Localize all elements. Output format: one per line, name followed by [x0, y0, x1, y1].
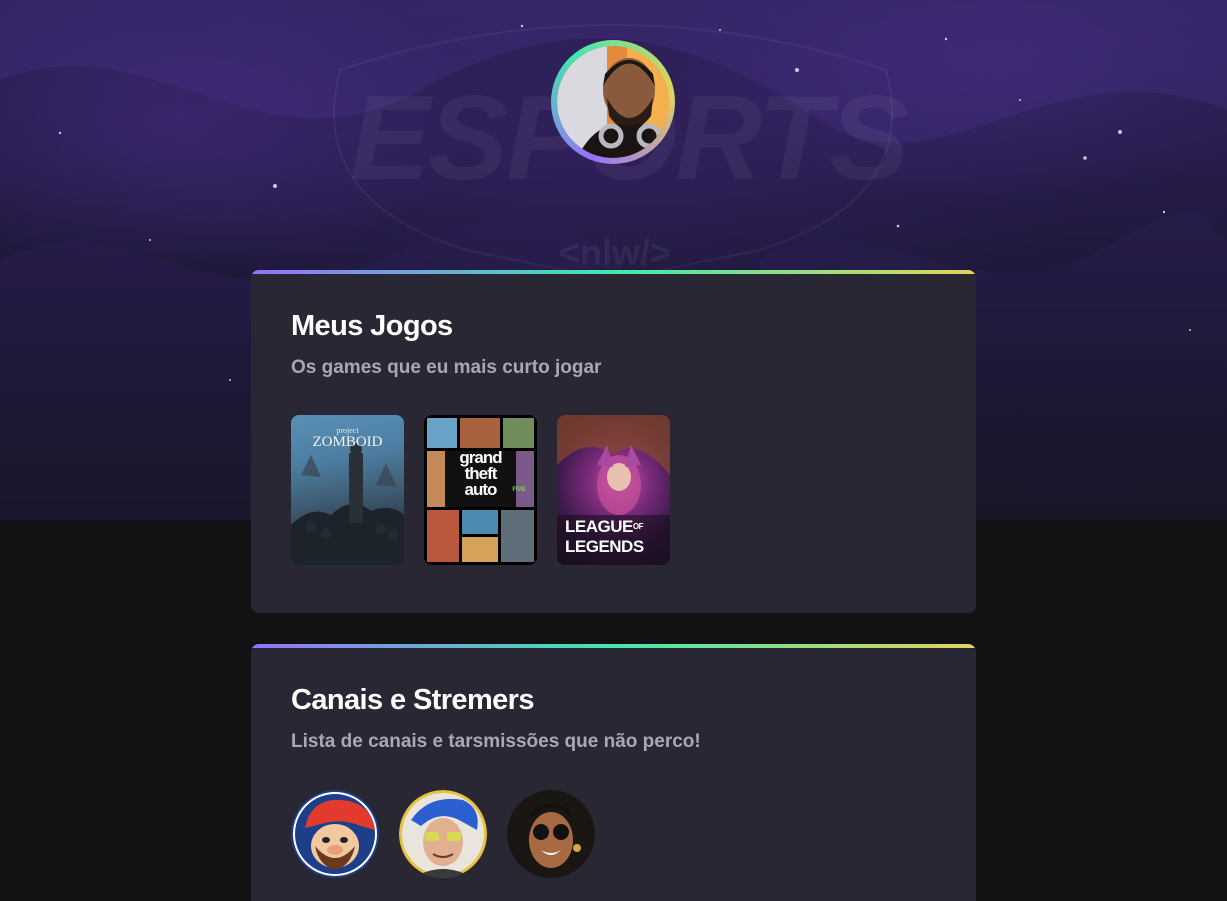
lol-logo-legends: LEGENDS: [565, 537, 644, 556]
streamer-3-art: [507, 790, 595, 878]
streamers-subtitle: Lista de canais e tarsmissões que não pe…: [291, 731, 701, 752]
streamers-title: Canais e Stremers: [291, 684, 534, 716]
lol-logo: LEAGUEOF LEGENDS: [565, 517, 644, 557]
streamers-list: [291, 790, 595, 878]
streamer-avatar-3[interactable]: [507, 790, 595, 878]
profile-avatar: [557, 46, 669, 158]
streamer-avatar-2[interactable]: [399, 790, 487, 878]
game-card-league-of-legends[interactable]: LEAGUEOF LEGENDS: [557, 415, 670, 565]
streamers-card: Canais e Stremers Lista de canais e tars…: [251, 644, 976, 901]
page: ESPORTS <nlw/> Meus Jogos Os games que e…: [0, 0, 1227, 901]
game-card-project-zomboid[interactable]: project ZOMBOID: [291, 415, 404, 565]
streamer-1-art: [291, 790, 379, 878]
gta-five-badge: FIVE: [512, 487, 526, 493]
games-title: Meus Jogos: [291, 310, 453, 342]
profile-avatar-ring: [551, 40, 675, 164]
games-subtitle: Os games que eu mais curto jogar: [291, 357, 602, 378]
streamer-2-art: [399, 790, 487, 878]
avatar-photo: [557, 46, 669, 158]
lol-logo-league: LEAGUE: [565, 517, 633, 536]
streamer-avatar-1[interactable]: [291, 790, 379, 878]
games-list: project ZOMBOID grand theft auto FIVE LE…: [291, 415, 670, 565]
zomboid-logo-main: ZOMBOID: [312, 434, 383, 450]
game-card-gta-v[interactable]: grand theft auto FIVE: [424, 415, 537, 565]
games-card: Meus Jogos Os games que eu mais curto jo…: [251, 270, 976, 613]
lol-logo-of: OF: [632, 522, 644, 531]
nlw-watermark: <nlw/>: [558, 232, 672, 273]
